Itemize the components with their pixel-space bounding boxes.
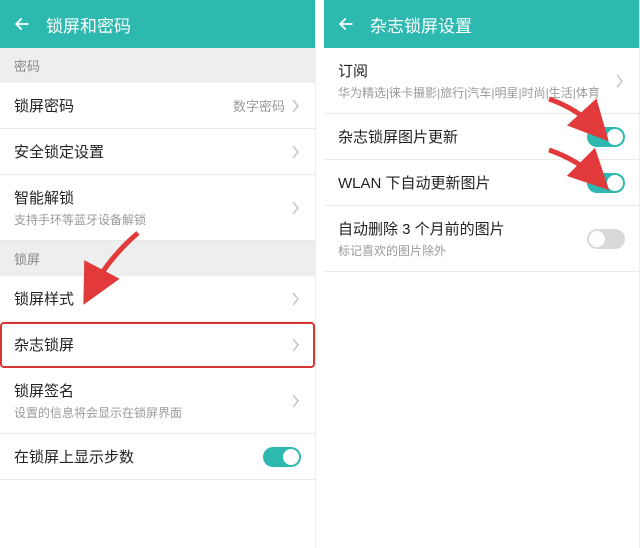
item-label: 订阅 <box>338 60 615 81</box>
item-label: 杂志锁屏图片更新 <box>338 126 587 147</box>
chevron-right-icon <box>291 338 301 352</box>
toggle-wlan-update[interactable] <box>587 173 625 193</box>
item-label: 锁屏签名 <box>14 380 291 401</box>
chevron-right-icon <box>291 201 301 215</box>
item-magazine-lockscreen[interactable]: 杂志锁屏 <box>0 322 315 368</box>
item-auto-delete[interactable]: 自动删除 3 个月前的图片 标记喜欢的图片除外 <box>324 206 639 272</box>
item-label: 自动删除 3 个月前的图片 <box>338 218 587 239</box>
chevron-right-icon <box>291 99 301 113</box>
item-sublabel: 标记喜欢的图片除外 <box>338 242 587 259</box>
item-lock-password[interactable]: 锁屏密码 数字密码 <box>0 83 315 129</box>
item-label: 智能解锁 <box>14 187 291 208</box>
item-smart-unlock[interactable]: 智能解锁 支持手环等蓝牙设备解锁 <box>0 175 315 241</box>
app-header: 杂志锁屏设置 <box>324 0 639 48</box>
chevron-right-icon <box>291 394 301 408</box>
item-label: 锁屏密码 <box>14 95 233 116</box>
item-sublabel: 支持手环等蓝牙设备解锁 <box>14 211 291 228</box>
section-lockscreen: 锁屏 <box>0 241 315 276</box>
toggle-update-images[interactable] <box>587 127 625 147</box>
page-title: 杂志锁屏设置 <box>370 12 472 37</box>
item-lock-signature[interactable]: 锁屏签名 设置的信息将会显示在锁屏界面 <box>0 368 315 434</box>
item-label: 锁屏样式 <box>14 288 291 309</box>
item-label: 杂志锁屏 <box>14 334 291 355</box>
page-title: 锁屏和密码 <box>46 12 131 37</box>
toggle-show-steps[interactable] <box>263 447 301 467</box>
back-arrow-icon[interactable] <box>12 14 32 34</box>
chevron-right-icon <box>291 292 301 306</box>
item-label: 安全锁定设置 <box>14 141 291 162</box>
item-value: 数字密码 <box>233 96 285 115</box>
item-update-images[interactable]: 杂志锁屏图片更新 <box>324 114 639 160</box>
screen-lockscreen-password: 锁屏和密码 密码 锁屏密码 数字密码 安全锁定设置 智能解锁 支持手环等蓝牙设备… <box>0 0 316 548</box>
back-arrow-icon[interactable] <box>336 14 356 34</box>
app-header: 锁屏和密码 <box>0 0 315 48</box>
toggle-auto-delete[interactable] <box>587 229 625 249</box>
chevron-right-icon <box>615 74 625 88</box>
section-password: 密码 <box>0 48 315 83</box>
item-wlan-update[interactable]: WLAN 下自动更新图片 <box>324 160 639 206</box>
item-sublabel: 设置的信息将会显示在锁屏界面 <box>14 404 291 421</box>
screen-magazine-settings: 杂志锁屏设置 订阅 华为精选|徕卡摄影|旅行|汽车|明星|时尚|生活|体育 杂志… <box>324 0 640 548</box>
item-lock-style[interactable]: 锁屏样式 <box>0 276 315 322</box>
item-sublabel: 华为精选|徕卡摄影|旅行|汽车|明星|时尚|生活|体育 <box>338 84 615 101</box>
chevron-right-icon <box>291 145 301 159</box>
item-secure-lock[interactable]: 安全锁定设置 <box>0 129 315 175</box>
item-show-steps[interactable]: 在锁屏上显示步数 <box>0 434 315 480</box>
item-label: 在锁屏上显示步数 <box>14 446 263 467</box>
item-subscribe[interactable]: 订阅 华为精选|徕卡摄影|旅行|汽车|明星|时尚|生活|体育 <box>324 48 639 114</box>
item-label: WLAN 下自动更新图片 <box>338 172 587 193</box>
